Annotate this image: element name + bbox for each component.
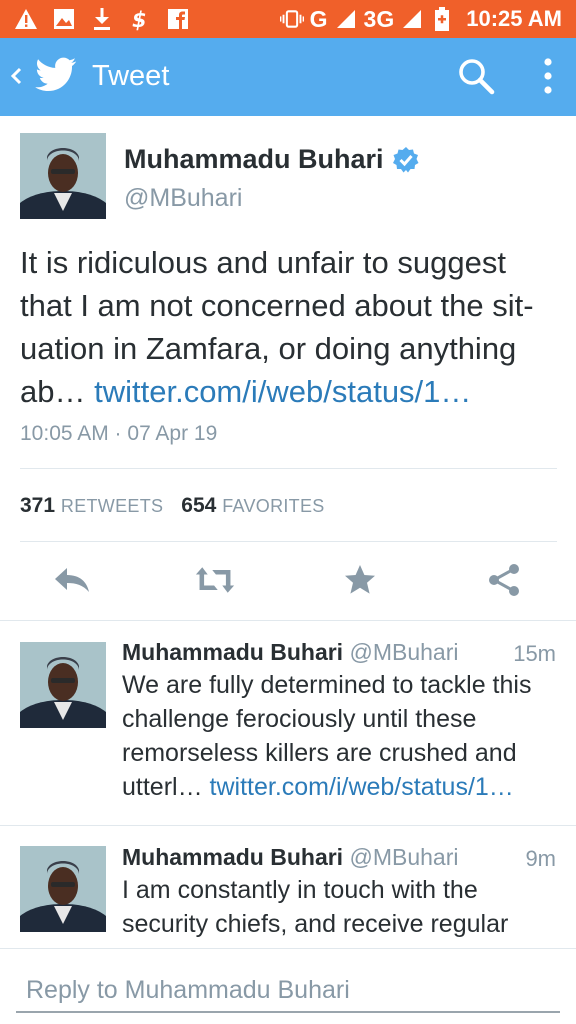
author-avatar[interactable] bbox=[20, 133, 106, 219]
divider bbox=[20, 468, 557, 469]
reply-time: 15m bbox=[513, 641, 556, 666]
svg-text:$: $ bbox=[132, 8, 147, 31]
reply-author-name[interactable]: Muhammadu Buhari bbox=[122, 639, 343, 665]
facebook-icon bbox=[166, 7, 190, 31]
retweet-icon[interactable] bbox=[195, 560, 235, 600]
status-time: 10:25 AM bbox=[466, 6, 562, 31]
download-icon bbox=[90, 7, 114, 31]
network-type-label: G bbox=[309, 5, 328, 32]
retweets-count: 371 bbox=[20, 494, 56, 517]
favorites-stat[interactable]: 654 FAVORITES bbox=[181, 494, 324, 518]
divider bbox=[20, 541, 557, 542]
tweet-link[interactable]: twitter.com/i/web/status/1… bbox=[94, 374, 471, 409]
page-title: Tweet bbox=[92, 60, 170, 92]
vibrate-icon bbox=[279, 7, 304, 31]
retweets-label: RETWEETS bbox=[60, 496, 164, 516]
divider bbox=[0, 620, 576, 621]
favorite-icon[interactable] bbox=[340, 560, 380, 600]
share-icon[interactable] bbox=[484, 560, 524, 600]
avatar[interactable] bbox=[20, 846, 106, 932]
reply-icon[interactable] bbox=[52, 560, 92, 600]
reply-bar bbox=[0, 948, 576, 1024]
network-3g-label: 3G bbox=[363, 5, 395, 32]
favorites-label: FAVORITES bbox=[222, 496, 325, 516]
author-handle[interactable]: @MBuhari bbox=[124, 184, 242, 213]
search-icon[interactable] bbox=[456, 56, 496, 96]
reply-link[interactable]: twitter.com/i/web/status/1… bbox=[210, 773, 514, 801]
tweet-stats: 371 RETWEETS 654 FAVORITES bbox=[20, 494, 325, 518]
divider bbox=[0, 825, 576, 826]
reply-author-name[interactable]: Muhammadu Buhari bbox=[122, 844, 343, 870]
favorites-count: 654 bbox=[181, 494, 217, 517]
status-bar: $ G 3G 10:25 AM bbox=[0, 0, 576, 38]
verified-badge-icon bbox=[392, 146, 420, 174]
more-vert-icon[interactable] bbox=[535, 56, 561, 96]
reply-header: Muhammadu Buhari @MBuhari bbox=[122, 844, 458, 871]
reply-author-handle[interactable]: @MBuhari bbox=[349, 844, 458, 870]
reply-header: Muhammadu Buhari @MBuhari bbox=[122, 639, 458, 666]
reply-text: We are fully determined to tackle this c… bbox=[122, 668, 562, 804]
image-icon bbox=[52, 7, 76, 31]
signal-3g-icon bbox=[400, 7, 424, 31]
warning-icon bbox=[14, 7, 38, 31]
reply-author-handle[interactable]: @MBuhari bbox=[349, 639, 458, 665]
reply-input[interactable] bbox=[16, 969, 560, 1013]
reply-text: I am constantly in touch with the securi… bbox=[122, 873, 562, 941]
system-indicators: G 3G 10:25 AM bbox=[279, 4, 562, 34]
retweets-stat[interactable]: 371 RETWEETS bbox=[20, 494, 163, 518]
tweet-timestamp: 10:05 AM · 07 Apr 19 bbox=[20, 422, 218, 445]
notification-icons: $ bbox=[14, 5, 190, 33]
dollar-app-icon: $ bbox=[128, 7, 152, 31]
reply-body: I am constantly in touch with the securi… bbox=[122, 876, 509, 938]
app-bar: Tweet bbox=[0, 38, 576, 116]
tweet-text: It is ridiculous and unfair to suggest t… bbox=[20, 241, 560, 413]
back-chevron-icon[interactable] bbox=[8, 62, 24, 90]
twitter-bird-icon[interactable] bbox=[35, 57, 77, 93]
battery-charging-icon bbox=[430, 7, 454, 31]
author-name[interactable]: Muhammadu Buhari bbox=[124, 144, 384, 175]
avatar[interactable] bbox=[20, 642, 106, 728]
reply-time: 9m bbox=[525, 846, 556, 871]
signal-icon bbox=[334, 7, 358, 31]
